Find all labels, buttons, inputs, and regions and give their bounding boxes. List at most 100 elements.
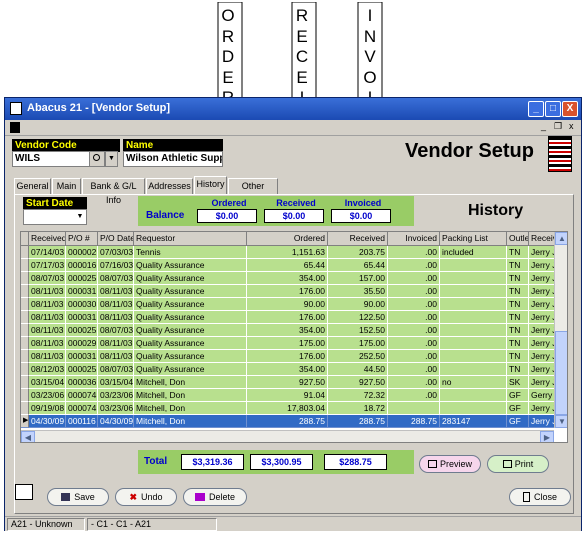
table-cell: included: [440, 246, 507, 259]
table-row[interactable]: 08/11/03 000025 08/07/03 Quality Assurance 3…: [21, 324, 567, 337]
mdi-close-button[interactable]: x: [569, 121, 574, 131]
row-indicator[interactable]: [21, 298, 29, 311]
table-cell: GF: [507, 389, 529, 402]
row-indicator[interactable]: [21, 389, 29, 402]
row-indicator[interactable]: [21, 402, 29, 415]
table-cell: 08/11/03: [98, 285, 134, 298]
column-header[interactable]: Ordered: [247, 232, 328, 246]
table-cell: 35.50: [328, 285, 388, 298]
vendor-code-dropdown[interactable]: ▼: [105, 151, 118, 167]
table-cell: 157.00: [328, 272, 388, 285]
vendor-code-field[interactable]: WILS: [12, 151, 90, 167]
table-row[interactable]: 08/11/03 000031 08/11/03 Quality Assurance 1…: [21, 285, 567, 298]
undo-button[interactable]: ✖ Undo: [115, 488, 177, 506]
row-indicator[interactable]: ▶: [21, 415, 29, 428]
lookup-button[interactable]: [89, 151, 105, 167]
delete-button[interactable]: Delete: [183, 488, 247, 506]
close-button[interactable]: Close: [509, 488, 571, 506]
tab-addresses[interactable]: Addresses: [146, 178, 193, 194]
table-row[interactable]: ▶ 04/30/09 000116 04/30/09 Mitchell, Don 288.…: [21, 415, 567, 428]
column-header[interactable]: P/O #: [66, 232, 98, 246]
table-cell: Quality Assurance: [134, 311, 247, 324]
row-indicator[interactable]: [21, 311, 29, 324]
table-cell: 927.50: [328, 376, 388, 389]
vertical-scrollbar[interactable]: ▲ ▼: [554, 232, 567, 428]
table-row[interactable]: 08/12/03 000025 08/07/03 Quality Assurance 3…: [21, 363, 567, 376]
table-cell: .00: [388, 363, 440, 376]
column-header[interactable]: Invoiced: [388, 232, 440, 246]
table-cell: 90.00: [247, 298, 328, 311]
table-row[interactable]: 03/15/04 000036 03/15/04 Mitchell, Don 927.5…: [21, 376, 567, 389]
tab-history[interactable]: History: [194, 176, 227, 194]
total-label: Total: [144, 456, 168, 467]
row-indicator[interactable]: [21, 246, 29, 259]
table-row[interactable]: 08/07/03 000025 08/07/03 Quality Assurance 3…: [21, 272, 567, 285]
column-header[interactable]: Outlet: [507, 232, 529, 246]
table-row[interactable]: 08/11/03 000029 08/11/03 Quality Assurance 1…: [21, 337, 567, 350]
tab-general[interactable]: General: [14, 178, 51, 194]
table-cell: 288.75: [388, 415, 440, 428]
maximize-button[interactable]: □: [545, 101, 561, 117]
table-row[interactable]: 09/19/08 000074 03/23/06 Mitchell, Don 17,80…: [21, 402, 567, 415]
row-indicator[interactable]: [21, 337, 29, 350]
balance-label: Balance: [146, 210, 185, 221]
row-indicator[interactable]: [21, 259, 29, 272]
row-indicator[interactable]: [21, 363, 29, 376]
print-button[interactable]: Print: [487, 455, 549, 473]
table-cell: Mitchell, Don: [134, 389, 247, 402]
row-indicator[interactable]: [21, 272, 29, 285]
table-cell: TN: [507, 311, 529, 324]
minimize-button[interactable]: _: [528, 101, 544, 117]
scroll-thumb[interactable]: [555, 331, 567, 415]
column-header[interactable]: Received: [328, 232, 388, 246]
mdi-restore-button[interactable]: ❐: [554, 121, 562, 132]
table-cell: 08/11/03: [98, 337, 134, 350]
tab-bank-gl[interactable]: Bank & G/L Info: [82, 178, 145, 205]
table-cell: 08/11/03: [29, 324, 66, 337]
table-row[interactable]: 08/11/03 000031 08/11/03 Quality Assurance 1…: [21, 311, 567, 324]
table-cell: 122.50: [328, 311, 388, 324]
column-header[interactable]: Received: [29, 232, 66, 246]
scroll-right-icon[interactable]: ▶: [540, 431, 554, 442]
vendor-setup-window: Abacus 21 - [Vendor Setup] _ □ X _ ❐ x V…: [4, 97, 582, 531]
row-indicator[interactable]: [21, 285, 29, 298]
row-indicator[interactable]: [21, 324, 29, 337]
table-cell: [440, 272, 507, 285]
tab-other-fields[interactable]: Other Fields: [228, 178, 278, 205]
table-cell: 03/15/04: [98, 376, 134, 389]
table-cell: 288.75: [328, 415, 388, 428]
table-cell: 08/11/03: [29, 298, 66, 311]
table-cell: TN: [507, 246, 529, 259]
table-cell: 07/14/03: [29, 246, 66, 259]
table-row[interactable]: 07/17/03 000016 07/16/03 Quality Assurance 6…: [21, 259, 567, 272]
table-row[interactable]: 08/11/03 000031 08/11/03 Quality Assurance 1…: [21, 350, 567, 363]
delete-icon: [194, 493, 205, 501]
tab-main[interactable]: Main: [52, 178, 81, 194]
table-cell: .00: [388, 324, 440, 337]
scroll-down-icon[interactable]: ▼: [555, 415, 567, 428]
save-button[interactable]: Save: [47, 488, 109, 506]
start-date-dropdown[interactable]: ▼: [74, 210, 86, 224]
row-indicator[interactable]: [21, 376, 29, 389]
close-window-button[interactable]: X: [562, 101, 578, 117]
name-field[interactable]: Wilson Athletic Supp: [123, 151, 223, 167]
column-header[interactable]: Requestor: [134, 232, 247, 246]
horizontal-scrollbar[interactable]: ◀ ▶: [21, 430, 554, 442]
preview-button[interactable]: Preview: [419, 455, 481, 473]
scroll-up-icon[interactable]: ▲: [555, 232, 567, 245]
table-cell: Quality Assurance: [134, 337, 247, 350]
table-cell: Quality Assurance: [134, 285, 247, 298]
table-row[interactable]: 03/23/06 000074 03/23/06 Mitchell, Don 91.04…: [21, 389, 567, 402]
table-cell: [388, 402, 440, 415]
table-cell: TN: [507, 350, 529, 363]
table-cell: 000025: [66, 363, 98, 376]
table-row[interactable]: 08/11/03 000030 08/11/03 Quality Assurance 9…: [21, 298, 567, 311]
row-indicator[interactable]: [21, 350, 29, 363]
column-header[interactable]: P/O Date: [98, 232, 134, 246]
scroll-left-icon[interactable]: ◀: [21, 431, 35, 442]
mdi-minimize-button[interactable]: _: [541, 121, 546, 131]
table-cell: 18.72: [328, 402, 388, 415]
table-row[interactable]: 07/14/03 000002 07/03/03 Tennis 1,151.63 203.…: [21, 246, 567, 259]
table-cell: 08/11/03: [29, 350, 66, 363]
column-header[interactable]: Packing List: [440, 232, 507, 246]
